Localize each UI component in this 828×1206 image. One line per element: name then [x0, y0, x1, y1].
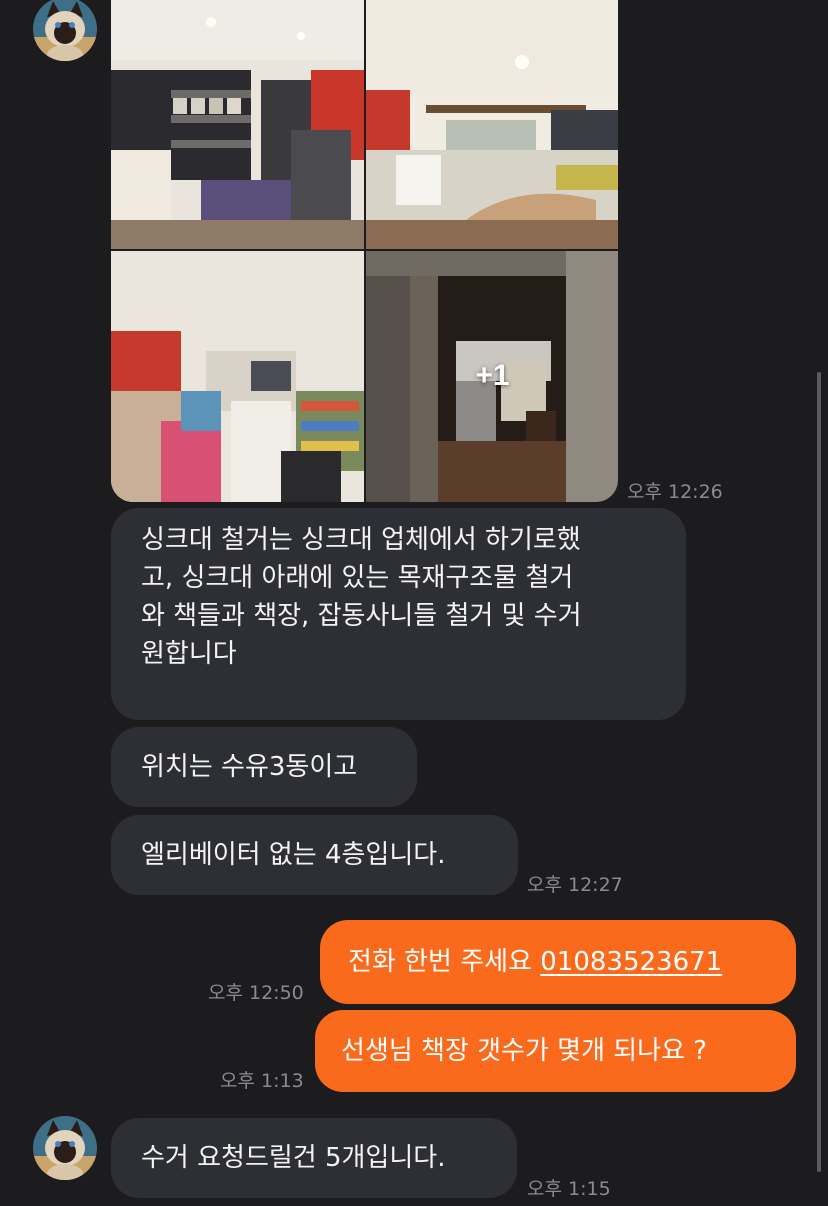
more-photos-count: +1 — [475, 359, 510, 392]
chat-screen: +1 오후 12:26 싱크대 철거는 싱크대 업체에서 하기로했 고, 싱크대… — [0, 0, 828, 1206]
photo-3-bookshelves[interactable] — [111, 251, 364, 502]
photo-4-hallway[interactable]: +1 — [366, 251, 618, 502]
message-line: 고, 싱크대 아래에 있는 목재구조물 철거 — [141, 563, 574, 593]
received-message-3[interactable]: 엘리베이터 없는 4층입니다. — [111, 815, 518, 895]
message-timestamp: 오후 1:15 — [527, 1178, 611, 1200]
message-text: 수거 요청드릴건 5개입니다. — [141, 1143, 446, 1173]
sender-avatar[interactable] — [33, 1116, 97, 1180]
photo-album[interactable]: +1 — [111, 0, 618, 502]
received-message-2[interactable]: 위치는 수유3동이고 — [111, 727, 417, 807]
photo-album-timestamp: 오후 12:26 — [627, 481, 723, 503]
photo-1-storage-room[interactable] — [111, 0, 364, 249]
message-text: 선생님 책장 갯수가 몇개 되나요 ? — [341, 1036, 708, 1066]
siamese-cat-avatar-icon — [33, 0, 97, 61]
message-text: 전화 한번 주세요 — [348, 947, 541, 977]
sent-message-1[interactable]: 전화 한번 주세요 01083523671 — [320, 920, 796, 1004]
message-line: 와 책들과 책장, 잡동사니들 철거 및 수거 — [141, 601, 582, 631]
message-timestamp: 오후 1:13 — [220, 1070, 304, 1092]
sender-avatar[interactable] — [33, 0, 97, 61]
sent-message-2[interactable]: 선생님 책장 갯수가 몇개 되나요 ? — [315, 1010, 796, 1092]
message-line: 원합니다 — [141, 639, 237, 669]
scrollbar[interactable] — [817, 372, 821, 1172]
photo-2-kitchen[interactable] — [366, 0, 618, 249]
siamese-cat-avatar-icon — [33, 1116, 97, 1180]
message-timestamp: 오후 12:50 — [208, 982, 304, 1004]
received-message-4[interactable]: 수거 요청드릴건 5개입니다. — [111, 1118, 517, 1198]
message-text: 위치는 수유3동이고 — [141, 752, 358, 782]
phone-number-link[interactable]: 01083523671 — [540, 947, 722, 977]
message-timestamp: 오후 12:27 — [527, 874, 623, 896]
received-message-1[interactable]: 싱크대 철거는 싱크대 업체에서 하기로했 고, 싱크대 아래에 있는 목재구조… — [111, 508, 686, 720]
message-text: 엘리베이터 없는 4층입니다. — [141, 840, 446, 870]
message-line: 싱크대 철거는 싱크대 업체에서 하기로했 — [141, 525, 581, 555]
